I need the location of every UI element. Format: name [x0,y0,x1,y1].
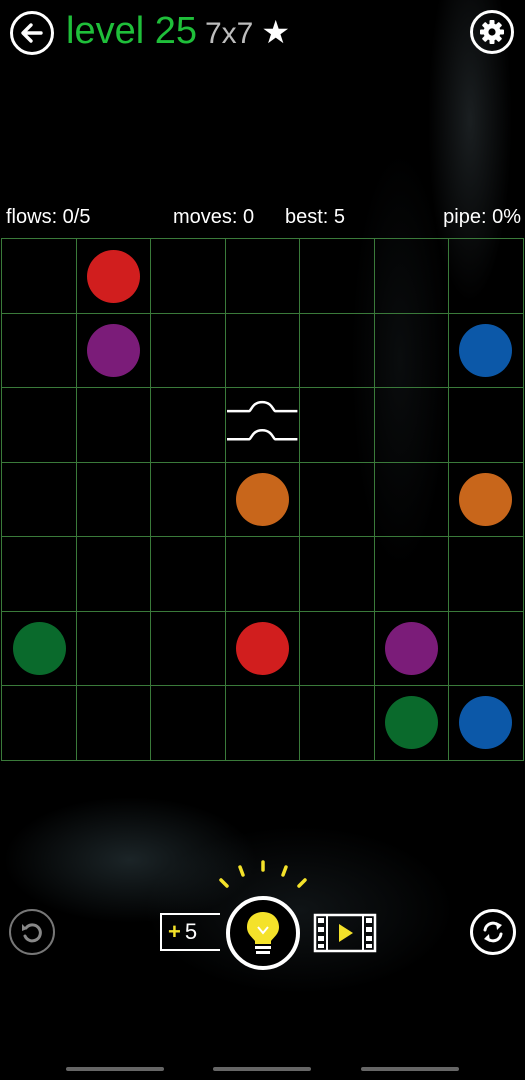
best-score: best: 5 [285,206,346,228]
flows-counter: flows: 0/5 [6,206,91,228]
lightbulb-icon [247,912,279,954]
star-icon: ★ [261,14,291,50]
moves-counter: moves: 0 [173,206,255,228]
grid-line-horizontal [2,312,523,314]
grid-size-label: 7x7 [204,17,254,50]
hint-count-box: + 5 [160,913,220,951]
dot-purple[interactable] [87,324,141,378]
grid-line-vertical [373,239,375,760]
grid-line-vertical [448,239,450,760]
pipe-percentage: pipe: 0% [443,206,521,228]
dot-red[interactable] [87,249,141,303]
back-button[interactable] [10,11,54,55]
video-reward-icon [313,913,377,953]
nav-back-pill[interactable] [66,1067,164,1071]
nav-recents-pill[interactable] [361,1067,459,1071]
dot-purple[interactable] [384,621,438,675]
back-arrow-icon [21,23,43,43]
video-reward-button[interactable] [313,912,377,954]
grid-line-vertical [224,239,226,760]
level-title: level 25 [66,10,197,52]
settings-button[interactable] [470,10,514,54]
dot-green[interactable] [384,696,438,750]
plus-icon: + [168,919,181,944]
dot-blue[interactable] [459,324,513,378]
dot-orange[interactable] [459,473,513,526]
restart-button[interactable] [470,909,516,955]
dot-green[interactable] [12,621,66,675]
grid-line-horizontal [2,536,523,538]
hint-button[interactable] [226,896,300,970]
undo-icon [22,923,42,943]
dot-blue[interactable] [459,696,513,750]
grid-line-vertical [150,239,152,760]
undo-button[interactable] [9,909,55,955]
game-board[interactable] [1,238,524,761]
hint-rays-icon [219,860,307,888]
bridge-icon [227,400,298,441]
dot-orange[interactable] [236,473,289,526]
system-nav-bar [0,1030,525,1080]
dot-red[interactable] [236,621,289,675]
grid-line-vertical [75,239,77,760]
grid-line-horizontal [2,610,523,612]
restart-icon [483,921,503,943]
gear-icon [480,20,504,44]
grid-line-vertical [299,239,301,760]
title-row: level 25 7x7 ★ [66,10,290,54]
hint-count: 5 [184,919,198,944]
nav-home-pill[interactable] [213,1067,311,1071]
grid-line-horizontal [2,685,523,687]
